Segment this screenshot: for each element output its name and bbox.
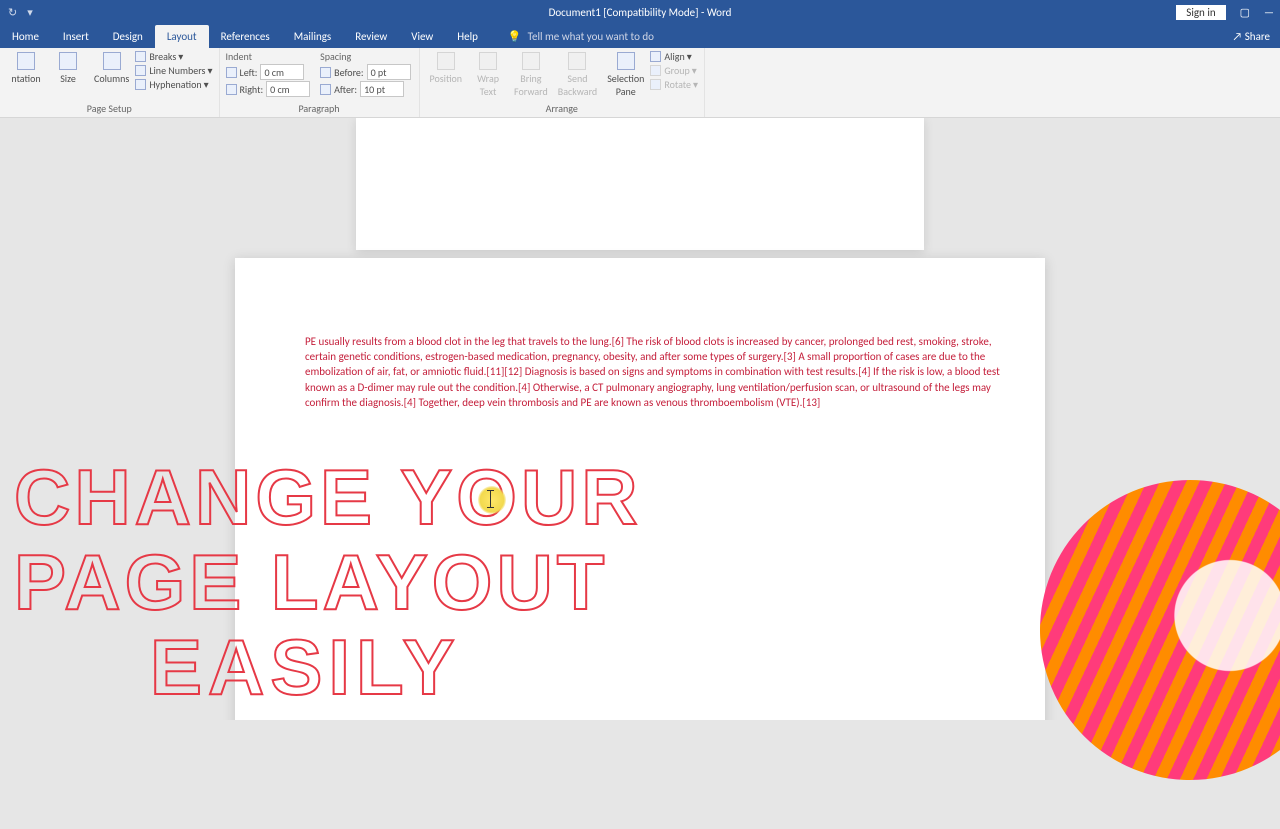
tab-layout[interactable]: Layout (155, 25, 209, 48)
orientation-button[interactable]: ntation (6, 50, 46, 87)
selection-label: Selection Pane (607, 72, 644, 98)
hyphenation-button[interactable]: Hyphenation▾ (135, 78, 212, 91)
align-icon (650, 51, 661, 62)
tellme-input[interactable]: Tell me what you want to do (528, 30, 654, 48)
indent-right-label: Right: (240, 83, 264, 96)
group-button: Group▾ (650, 64, 698, 77)
titlebar: ↻ ▾ Document1 [Compatibility Mode] - Wor… (0, 0, 1280, 24)
ribbon: ntation Size Columns Breaks▾ Line Number… (0, 48, 1280, 118)
position-button: Position (426, 50, 467, 87)
document-area[interactable]: PE usually results from a blood clot in … (0, 118, 1280, 720)
size-button[interactable]: Size (48, 50, 88, 87)
position-icon (437, 52, 455, 70)
tab-insert[interactable]: Insert (51, 25, 101, 48)
align-label: Align (664, 50, 684, 63)
group-obj-label: Group (664, 64, 689, 77)
indent-left-value[interactable]: 0 cm (260, 64, 304, 80)
share-label: Share (1245, 30, 1270, 43)
align-button[interactable]: Align▾ (650, 50, 698, 63)
tab-help[interactable]: Help (445, 25, 490, 48)
bring-label: Bring Forward (514, 72, 548, 98)
spacing-header: Spacing (320, 50, 410, 63)
page[interactable]: PE usually results from a blood clot in … (235, 258, 1045, 720)
previous-page[interactable] (356, 118, 924, 250)
spacing-before-row[interactable]: Before: 0 pt (320, 64, 410, 80)
size-icon (59, 52, 77, 70)
spacing-after-row[interactable]: After:10 pt (320, 81, 410, 97)
autosave-icon[interactable]: ↻ (8, 6, 17, 19)
window-title: Document1 [Compatibility Mode] - Word (549, 6, 732, 19)
ribbon-options-icon[interactable]: ▢ (1240, 6, 1250, 19)
columns-button[interactable]: Columns (90, 50, 133, 87)
page-setup-group-label: Page Setup (6, 102, 213, 117)
breaks-label: Breaks (149, 50, 176, 63)
signin-button[interactable]: Sign in (1176, 5, 1225, 20)
indent-left-icon (226, 67, 237, 78)
indent-left-row[interactable]: Left:0 cm (226, 64, 311, 80)
wrap-icon (479, 52, 497, 70)
spacing-before-label: Before: (334, 66, 363, 79)
send-backward-button: Send Backward (554, 50, 601, 100)
tab-review[interactable]: Review (343, 25, 399, 48)
group-icon (650, 65, 661, 76)
hyphenation-label: Hyphenation (149, 78, 201, 91)
hyphenation-icon (135, 79, 146, 90)
spacing-before-icon (320, 67, 331, 78)
breaks-button[interactable]: Breaks▾ (135, 50, 212, 63)
bring-forward-button: Bring Forward (510, 50, 552, 100)
selection-pane-icon (617, 52, 635, 70)
breaks-icon (135, 51, 146, 62)
tab-mailings[interactable]: Mailings (282, 25, 344, 48)
line-numbers-icon (135, 65, 146, 76)
send-label: Send Backward (558, 72, 597, 98)
tab-view[interactable]: View (399, 25, 445, 48)
tab-references[interactable]: References (209, 25, 282, 48)
selection-pane-button[interactable]: Selection Pane (603, 50, 648, 100)
spacing-after-icon (320, 84, 331, 95)
send-backward-icon (568, 52, 586, 70)
qat-customize-icon[interactable]: ▾ (27, 6, 33, 19)
arrange-group-label: Arrange (426, 102, 699, 117)
indent-right-row[interactable]: Right:0 cm (226, 81, 311, 97)
indent-right-icon (226, 84, 237, 95)
paragraph-group-label: Paragraph (226, 102, 413, 117)
wrap-label: Wrap Text (477, 72, 499, 98)
rotate-button: Rotate▾ (650, 78, 698, 91)
rotate-icon (650, 79, 661, 90)
tab-home[interactable]: Home (0, 25, 51, 48)
line-numbers-label: Line Numbers (149, 64, 205, 77)
quick-access-toolbar: ↻ ▾ (0, 6, 41, 19)
bring-forward-icon (522, 52, 540, 70)
ribbon-tabbar: Home Insert Design Layout References Mai… (0, 24, 1280, 48)
share-button[interactable]: ↗ Share (1223, 30, 1280, 48)
columns-label: Columns (94, 72, 129, 85)
wrap-text-button: Wrap Text (468, 50, 508, 100)
tellme-bulb-icon: 💡 (490, 30, 528, 48)
orientation-label: ntation (11, 72, 40, 85)
spacing-after-value[interactable]: 10 pt (360, 81, 404, 97)
spacing-before-value[interactable]: 0 pt (367, 64, 411, 80)
tab-design[interactable]: Design (101, 25, 155, 48)
document-text[interactable]: PE usually results from a blood clot in … (305, 334, 1001, 410)
size-label: Size (60, 72, 76, 85)
indent-header: Indent (226, 50, 311, 63)
columns-icon (103, 52, 121, 70)
indent-left-label: Left: (240, 66, 258, 79)
orientation-icon (17, 52, 35, 70)
rotate-label: Rotate (664, 78, 691, 91)
spacing-after-label: After: (334, 83, 357, 96)
position-label: Position (430, 72, 463, 85)
minimize-button[interactable]: — (1264, 6, 1274, 19)
line-numbers-button[interactable]: Line Numbers▾ (135, 64, 212, 77)
indent-right-value[interactable]: 0 cm (266, 81, 310, 97)
